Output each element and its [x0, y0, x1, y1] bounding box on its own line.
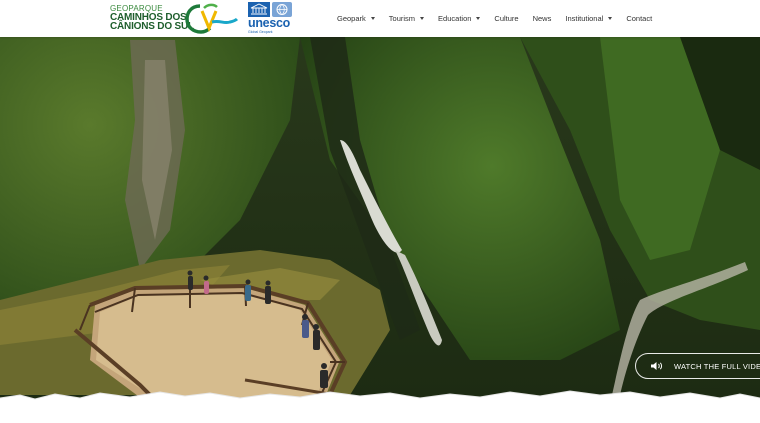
nav-label: Geopark	[337, 14, 366, 23]
main-nav: Geopark Tourism Education Culture News I…	[330, 0, 659, 37]
nav-item-geopark[interactable]: Geopark	[337, 14, 375, 23]
nav-item-culture[interactable]: Culture	[494, 14, 518, 23]
nav-label: Contact	[626, 14, 653, 23]
nav-label: Culture	[494, 14, 519, 23]
nav-item-institutional[interactable]: Institutional	[565, 14, 613, 23]
nav-item-contact[interactable]: Contact	[626, 14, 652, 23]
speaker-icon	[651, 362, 663, 370]
chevron-down-icon	[476, 17, 481, 20]
chevron-down-icon	[370, 17, 375, 20]
nav-label: Education	[438, 14, 472, 23]
global-geopark-icon	[272, 2, 292, 17]
nav-label: Institutional	[565, 14, 604, 23]
site-header: GEOPARQUE CAMINHOS DOS CÂNIONS DO SUL un…	[0, 0, 760, 37]
unesco-wordmark: unesco	[248, 16, 290, 30]
nav-label: Tourism	[388, 14, 416, 23]
geopark-c-logo-icon[interactable]	[184, 2, 238, 35]
chevron-down-icon	[608, 17, 613, 20]
torn-paper-divider	[0, 390, 760, 423]
nav-item-tourism[interactable]: Tourism	[388, 14, 425, 23]
unesco-logo[interactable]: unesco Global Geopark	[248, 2, 294, 34]
chevron-down-icon	[420, 17, 425, 20]
unesco-subtitle: Global Geopark	[248, 30, 273, 34]
nav-item-news[interactable]: News	[533, 14, 552, 23]
geopark-logo[interactable]: GEOPARQUE CAMINHOS DOS CÂNIONS DO SUL	[110, 4, 194, 32]
nav-label: News	[532, 14, 552, 23]
unesco-emblem-icon	[248, 2, 270, 17]
nav-item-education[interactable]: Education	[438, 14, 481, 23]
logo-line-3: CÂNIONS DO SUL	[110, 21, 194, 32]
watch-full-video-button[interactable]: WATCH THE FULL VIDEO	[635, 353, 760, 379]
watch-video-label: WATCH THE FULL VIDEO	[674, 361, 760, 371]
